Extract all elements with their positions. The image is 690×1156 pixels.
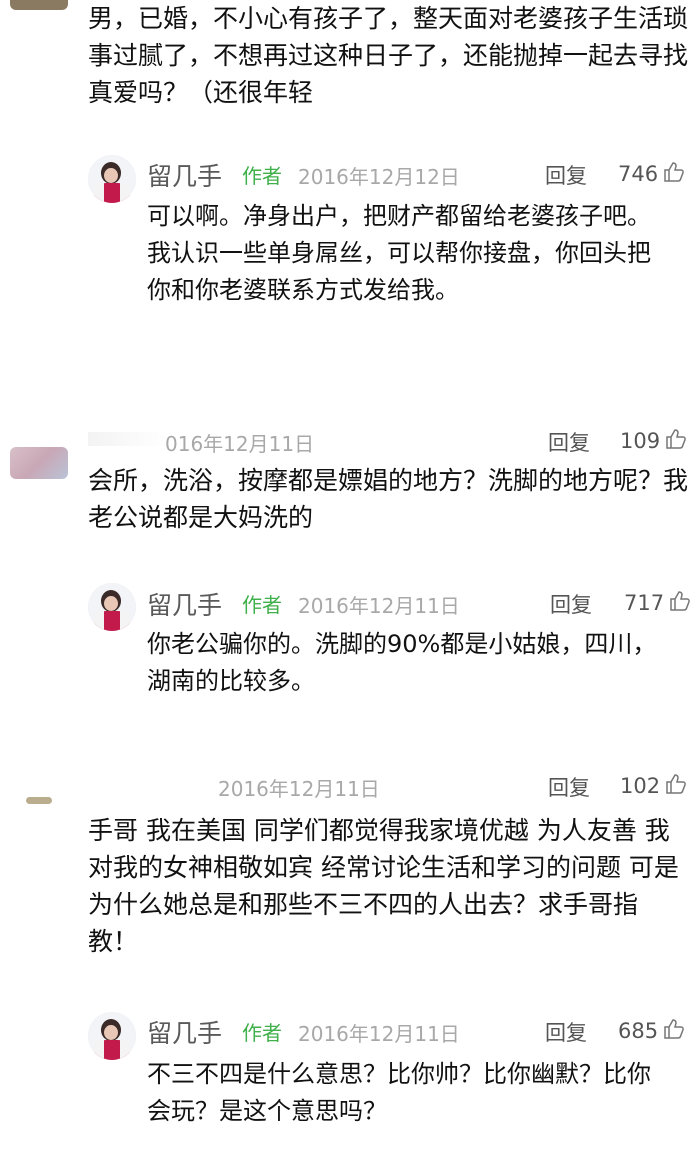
author-avatar[interactable]: [88, 155, 136, 203]
like-count: 102: [620, 774, 661, 798]
reply-date: 2016年12月11日: [298, 1022, 460, 1046]
like-count: 717: [624, 591, 665, 615]
like-count: 685: [618, 1019, 659, 1043]
like-button[interactable]: 717: [624, 589, 690, 615]
reply-button[interactable]: 回复: [548, 427, 590, 457]
commenter-avatar[interactable]: [10, 0, 68, 10]
author-nickname[interactable]: 留几手: [147, 586, 222, 622]
comment-text: 手哥 我在美国 同学们都觉得我家境优越 为人友善 我对我的女神相敬如宾 经常讨论…: [88, 816, 679, 956]
thumbs-up-icon: [666, 774, 686, 794]
commenter-avatar[interactable]: [10, 447, 68, 479]
author-badge: 作者: [242, 164, 282, 188]
commenter-avatar[interactable]: [26, 797, 52, 804]
author-avatar[interactable]: [88, 583, 136, 631]
reply-button[interactable]: 回复: [545, 1017, 587, 1047]
comment-text: 男，已婚，不小心有孩子了，整天面对老婆孩子生活琐事过腻了，不想再过这种日子了，还…: [88, 4, 689, 107]
like-button[interactable]: 102: [620, 772, 688, 798]
comment-date: 016年12月11日: [165, 432, 315, 456]
comment-text: 会所，洗浴，按摩都是嫖娼的地方？洗脚的地方呢？我老公说都是大妈洗的: [88, 466, 689, 532]
reply-button[interactable]: 回复: [545, 160, 587, 190]
author-avatar[interactable]: [88, 1012, 136, 1060]
like-count: 746: [618, 162, 659, 186]
author-nickname[interactable]: 留几手: [147, 157, 222, 193]
author-badge: 作者: [242, 593, 282, 617]
reply-text: 不三不四是什么意思？比你帅？比你幽默？比你会玩？是这个意思吗？: [147, 1060, 651, 1125]
reply-date: 2016年12月12日: [298, 165, 460, 189]
author-badge: 作者: [242, 1021, 282, 1045]
thumbs-up-icon: [670, 591, 690, 611]
like-button[interactable]: 109: [620, 427, 688, 453]
like-button[interactable]: 685: [618, 1017, 686, 1043]
reply-button[interactable]: 回复: [548, 772, 590, 802]
reply-button[interactable]: 回复: [550, 589, 592, 619]
author-nickname[interactable]: 留几手: [147, 1014, 222, 1050]
thumbs-up-icon: [664, 162, 684, 182]
thumbs-up-icon: [666, 429, 686, 449]
thumbs-up-icon: [664, 1019, 684, 1039]
reply-date: 2016年12月11日: [298, 594, 460, 618]
like-count: 109: [620, 429, 661, 453]
reply-text: 你老公骗你的。洗脚的90%都是小姑娘，四川，湖南的比较多。: [147, 630, 657, 695]
comment-date: 2016年12月11日: [218, 777, 380, 801]
commenter-nickname[interactable]: [88, 432, 168, 446]
reply-text: 可以啊。净身出户，把财产都留给老婆孩子吧。我认识一些单身屌丝，可以帮你接盘，你回…: [147, 202, 651, 304]
like-button[interactable]: 746: [618, 160, 686, 186]
